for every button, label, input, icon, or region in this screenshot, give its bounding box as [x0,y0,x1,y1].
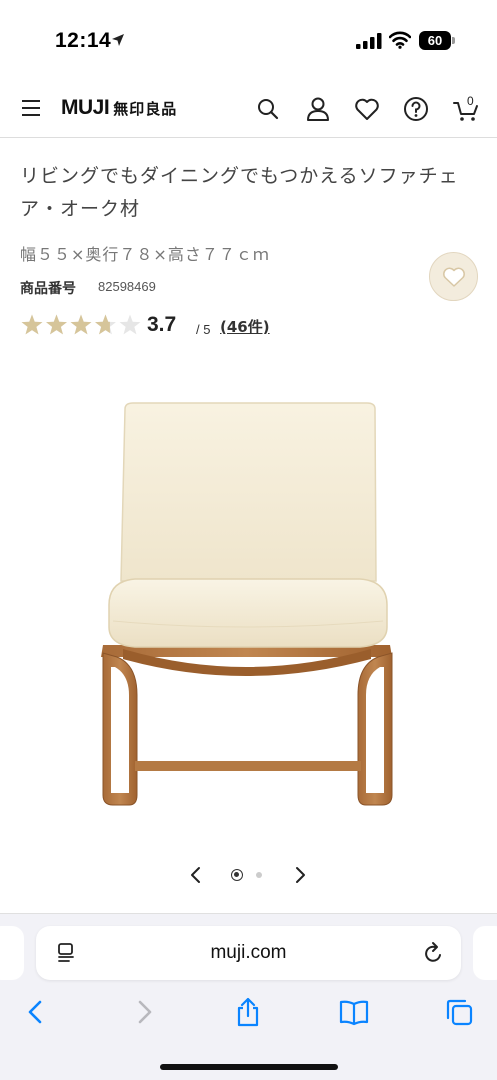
status-bar: 12:14 60 [0,0,497,80]
hamburger-icon[interactable] [22,100,40,116]
logo-jp: 無印良品 [113,100,178,118]
rating-stars [21,314,141,335]
product-size: 幅５５×奥行７８×高さ７７ｃｍ [20,245,270,264]
location-arrow-icon [112,34,124,46]
next-tab-preview[interactable] [473,926,497,980]
rating-max: / 5 [196,322,211,337]
carousel-dot-active[interactable] [231,869,243,881]
share-icon[interactable] [232,996,264,1028]
logo-en: MUJI [61,96,110,119]
review-count-link[interactable]: (46件) [220,316,270,337]
previous-tab-preview[interactable] [0,926,24,980]
heart-icon[interactable] [353,95,381,123]
product-code-label: 商品番号 [20,281,76,297]
cart-icon[interactable] [452,95,480,123]
favorite-button[interactable] [429,252,478,301]
wifi-icon [389,31,411,49]
carousel-dot[interactable] [256,872,262,878]
home-indicator [160,1064,338,1070]
star-icon [46,314,67,335]
battery-tip [452,37,455,44]
star-icon [119,314,141,335]
product-code: 82598469 [98,279,156,294]
chevron-left-icon[interactable] [186,864,206,886]
muji-logo[interactable]: MUJI 無印良品 [61,96,177,120]
star-icon [70,314,92,335]
reload-icon[interactable] [423,941,445,965]
rating-value: 3.7 [147,313,177,336]
product-title: リビングでもダイニングでもつかえるソファチェア・オーク材 [20,165,459,220]
status-time: 12:14 [55,29,112,52]
forward-icon[interactable] [128,996,160,1028]
signal-icon [356,33,382,49]
bookmarks-icon[interactable] [338,996,370,1028]
search-icon[interactable] [254,95,282,123]
heart-icon [443,267,465,287]
help-icon[interactable] [402,95,430,123]
back-icon[interactable] [20,996,52,1028]
battery-icon: 60 [419,31,455,50]
url-text: muji.com [210,942,287,963]
battery-level: 60 [419,31,451,50]
product-image [101,402,393,806]
star-icon [95,314,116,335]
tabs-icon[interactable] [443,996,475,1028]
cart-count: 0 [467,94,474,108]
account-icon[interactable] [304,95,332,123]
chevron-right-icon[interactable] [290,864,310,886]
star-icon [21,314,43,335]
browser-toolbar: muji.com [0,913,497,1080]
site-header: MUJI 無印良品 [0,80,497,138]
address-bar[interactable]: muji.com [36,926,461,980]
